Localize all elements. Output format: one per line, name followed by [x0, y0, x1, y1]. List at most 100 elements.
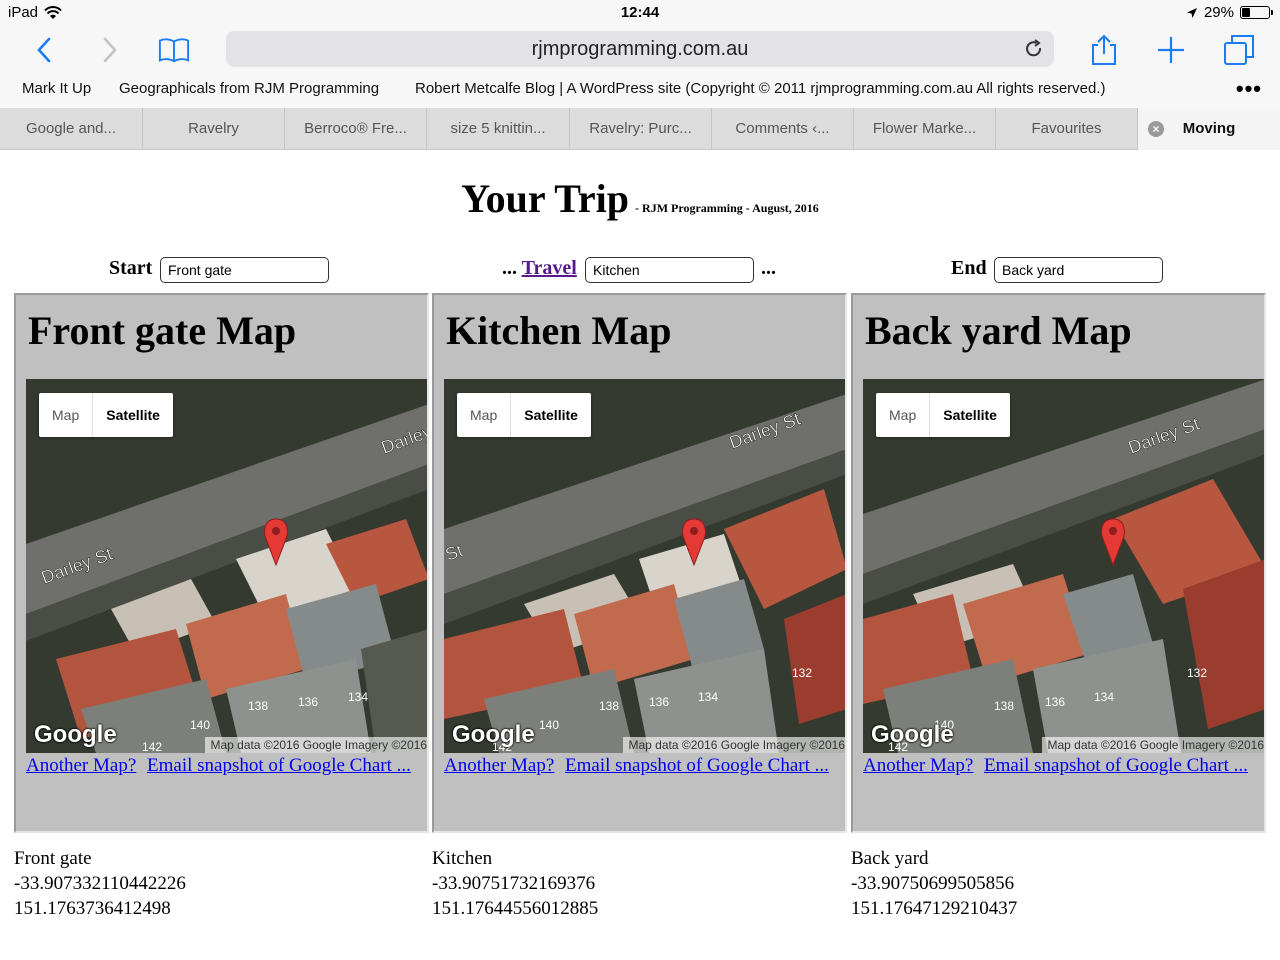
map-type-map-button[interactable]: Map: [457, 393, 510, 437]
share-icon[interactable]: [1088, 34, 1120, 66]
travel-coordinates: Kitchen -33.90751732169376 151.176445560…: [432, 846, 598, 921]
tab-comments[interactable]: Comments ‹...: [712, 108, 854, 150]
panel-links: Another Map? Email snapshot of Google Ch…: [863, 755, 1254, 777]
reload-icon[interactable]: [1024, 39, 1044, 59]
panel-heading: Kitchen Map: [446, 308, 672, 353]
page-title-block: Your Trip - RJM Programming - August, 201…: [0, 175, 1280, 222]
map-type-map-button[interactable]: Map: [876, 393, 929, 437]
house-number: 140: [539, 718, 559, 732]
bookmark-metcalfe-blog[interactable]: Robert Metcalfe Blog | A WordPress site …: [415, 80, 1106, 97]
map-type-satellite-button[interactable]: Satellite: [510, 393, 591, 437]
tab-moving-label: Moving: [1182, 120, 1236, 137]
map-attribution: Map data ©2016 Google Imagery ©2016: [1041, 737, 1264, 753]
email-snapshot-link[interactable]: Email snapshot of Google Chart ...: [147, 755, 411, 776]
back-icon[interactable]: [28, 34, 60, 66]
house-number: 138: [994, 699, 1014, 713]
another-map-link[interactable]: Another Map?: [26, 755, 136, 776]
tab-google[interactable]: Google and...: [0, 108, 143, 150]
email-snapshot-link[interactable]: Email snapshot of Google Chart ...: [984, 755, 1248, 776]
latitude-value: -33.90751732169376: [432, 873, 596, 894]
tab-size-5-knitting[interactable]: size 5 knittin...: [427, 108, 570, 150]
start-input[interactable]: [160, 257, 329, 283]
travel-input[interactable]: [585, 257, 754, 283]
more-bookmarks-button[interactable]: •••: [1236, 76, 1262, 102]
house-number: 136: [298, 695, 318, 709]
end-input[interactable]: [994, 257, 1163, 283]
panel-links: Another Map? Email snapshot of Google Ch…: [26, 755, 417, 777]
tab-close-icon[interactable]: ×: [1148, 121, 1164, 137]
house-number: 134: [1094, 690, 1114, 704]
start-label: Start: [109, 257, 153, 279]
latitude-value: -33.907332110442226: [14, 873, 186, 894]
map-type-control: Map Satellite: [39, 393, 173, 437]
house-number: 134: [348, 690, 368, 704]
house-number: 134: [698, 690, 718, 704]
tab-flower-market[interactable]: Flower Marke...: [854, 108, 996, 150]
travel-suffix: ...: [761, 257, 776, 279]
place-name: Back yard: [851, 848, 929, 869]
panel-links: Another Map? Email snapshot of Google Ch…: [444, 755, 835, 777]
page-subtitle: - RJM Programming - August, 2016: [635, 201, 819, 215]
travel-link[interactable]: Travel: [522, 257, 577, 279]
house-number: 132: [792, 666, 812, 680]
satellite-map[interactable]: Darley St Darley 134 136 138 140 142 Map…: [26, 379, 427, 753]
map-attribution: Map data ©2016 Google Imagery ©2016: [622, 737, 845, 753]
tab-bar: Google and... Ravelry Berroco® Fre... si…: [0, 108, 1280, 150]
map-type-satellite-button[interactable]: Satellite: [929, 393, 1010, 437]
battery-icon: [1240, 6, 1273, 19]
browser-toolbar: rjmprogramming.com.au: [0, 26, 1280, 74]
longitude-value: 151.1763736412498: [14, 898, 171, 919]
bookmark-geographicals[interactable]: Geographicals from RJM Programming: [119, 80, 379, 97]
house-number: 142: [142, 740, 162, 753]
another-map-link[interactable]: Another Map?: [863, 755, 973, 776]
location-arrow-icon: [1186, 7, 1197, 18]
end-label: End: [951, 257, 987, 279]
satellite-map[interactable]: Darley St St 132 134 136 138 140 142 Map…: [444, 379, 845, 753]
clock: 12:44: [620, 4, 660, 21]
map-type-satellite-button[interactable]: Satellite: [92, 393, 173, 437]
house-number: 140: [190, 718, 210, 732]
forward-icon[interactable]: [94, 34, 126, 66]
tab-ravelry-purchase[interactable]: Ravelry: Purc...: [570, 108, 712, 150]
bookmarks-book-icon[interactable]: [158, 34, 190, 66]
place-name: Front gate: [14, 848, 92, 869]
map-panel-start: Front gate Map Darley St Darley 134 136 …: [14, 293, 429, 833]
map-attribution: Map data ©2016 Google Imagery ©2016: [204, 737, 427, 753]
status-bar: iPad 12:44 29%: [0, 0, 1280, 26]
another-map-link[interactable]: Another Map?: [444, 755, 554, 776]
url-text: rjmprogramming.com.au: [531, 38, 749, 60]
start-coordinates: Front gate -33.907332110442226 151.17637…: [14, 846, 186, 921]
map-panel-travel: Kitchen Map Darley St St 132 134 136 138…: [432, 293, 847, 833]
address-bar[interactable]: rjmprogramming.com.au: [226, 31, 1054, 67]
email-snapshot-link[interactable]: Email snapshot of Google Chart ...: [565, 755, 829, 776]
latitude-value: -33.90750699505856: [851, 873, 1015, 894]
new-tab-plus-icon[interactable]: [1155, 34, 1187, 66]
page-title: Your Trip: [461, 176, 630, 221]
panel-heading: Back yard Map: [865, 308, 1132, 353]
longitude-value: 151.17644556012885: [432, 898, 599, 919]
travel-prefix: ...: [502, 257, 517, 279]
tab-moving-active[interactable]: × Moving: [1138, 108, 1280, 150]
map-type-control: Map Satellite: [457, 393, 591, 437]
map-type-control: Map Satellite: [876, 393, 1010, 437]
tab-berroco[interactable]: Berroco® Fre...: [285, 108, 427, 150]
google-logo: Google: [452, 721, 535, 748]
tabs-overview-icon[interactable]: [1223, 34, 1255, 66]
house-number: 138: [248, 699, 268, 713]
travel-label: ... Travel: [502, 257, 577, 280]
google-logo: Google: [34, 721, 117, 748]
house-number: 136: [649, 695, 669, 709]
panel-heading: Front gate Map: [28, 308, 297, 353]
house-number: 138: [599, 699, 619, 713]
bookmarks-bar: Mark It Up Geographicals from RJM Progra…: [0, 74, 1280, 108]
tab-ravelry[interactable]: Ravelry: [143, 108, 285, 150]
house-number: 132: [1187, 666, 1207, 680]
tab-favourites[interactable]: Favourites: [996, 108, 1138, 150]
longitude-value: 151.17647129210437: [851, 898, 1018, 919]
google-logo: Google: [871, 721, 954, 748]
house-number: 136: [1045, 695, 1065, 709]
bookmark-mark-it-up[interactable]: Mark It Up: [22, 80, 91, 97]
map-type-map-button[interactable]: Map: [39, 393, 92, 437]
satellite-map[interactable]: Darley St 132 134 136 138 140 142 Map Sa…: [863, 379, 1264, 753]
end-coordinates: Back yard -33.90750699505856 151.1764712…: [851, 846, 1017, 921]
